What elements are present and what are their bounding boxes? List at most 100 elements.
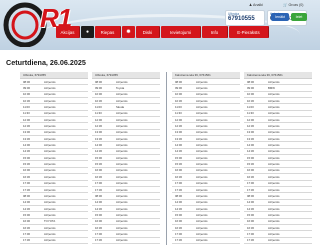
slot-time: 12:00	[247, 117, 254, 122]
slot-status: Aizņemts	[116, 79, 128, 84]
nav-tire-icon[interactable]: ●	[81, 26, 94, 38]
slot-status: Aizņemts	[196, 98, 208, 103]
slot-status: Aizņemts	[44, 162, 56, 167]
slot-time: 17:00	[175, 231, 182, 236]
slot-status: Aizņemts	[44, 143, 56, 148]
slot-time: 11:30	[175, 111, 182, 116]
slot-status: Aizņemts	[44, 231, 56, 236]
slot-status: Aizņemts	[116, 98, 128, 103]
slot-time: 08:00	[247, 193, 254, 198]
slot-status: Aizņemts	[44, 193, 56, 198]
nav-info[interactable]: Info	[202, 26, 228, 38]
slot-status: Aizņemts	[116, 193, 128, 198]
slot-time: 16:00	[23, 219, 30, 224]
slot-time: 13:30	[23, 136, 30, 141]
schedule-grid: Ulbroka, 6791055 08:00 Aizņemts 09:00 Aizņem…	[20, 72, 312, 245]
column-header: Kalnciema iela 36, 6761561	[172, 72, 240, 79]
slot-status: Aizņemts	[268, 187, 280, 192]
slot-status: Aizņemts	[116, 238, 128, 243]
slot-time: 13:00	[247, 130, 254, 135]
column-divider	[166, 72, 167, 245]
slot-status: Aizņemts	[44, 187, 56, 192]
slot-time: 17:30	[95, 187, 102, 192]
lang-link[interactable]: ♟ Analki	[249, 3, 263, 7]
slot-status: Aizņemts	[116, 92, 128, 97]
slot-time: 17:30	[23, 238, 30, 243]
slot-status: Aizņemts	[196, 79, 208, 84]
slot-time: 12:30	[23, 124, 30, 129]
table-row[interactable]: 17:30 Aizņemts	[92, 238, 160, 244]
slot-time: 11:30	[95, 111, 102, 116]
slot-status: Aizņemts	[116, 231, 128, 236]
slot-status: Aizņemts	[44, 86, 56, 91]
slot-time: 14:30	[175, 149, 182, 154]
slot-time: 11:00	[175, 105, 182, 110]
slot-time: 10:00	[23, 92, 30, 97]
nav-riepas[interactable]: Riepas	[95, 26, 121, 38]
slot-time: 13:00	[23, 130, 30, 135]
slot-time: 12:00	[95, 117, 102, 122]
slot-time: 12:30	[175, 124, 182, 129]
slot-time: 11:00	[23, 105, 30, 110]
slot-time: 15:00	[95, 212, 102, 217]
slot-time: 16:30	[247, 225, 254, 230]
slot-time: 16:30	[95, 225, 102, 230]
slot-time: 17:00	[247, 181, 254, 186]
slot-time: 14:00	[23, 143, 30, 148]
slot-status: Aizņemts	[44, 92, 56, 97]
slot-status: Aizņemts	[268, 200, 280, 205]
slot-time: 17:00	[175, 181, 182, 186]
slot-status: Aizņemts	[44, 79, 56, 84]
slot-status: Aizņemts	[116, 162, 128, 167]
nav-ievietojumi[interactable]: Ievietojumi	[161, 26, 201, 38]
slot-time: 14:00	[175, 200, 182, 205]
nav-akcijas[interactable]: Akcijas	[56, 26, 80, 38]
slot-status: Aizņemts	[116, 130, 128, 135]
phone-number: 67910555	[228, 16, 255, 22]
slot-status: Aizņemts	[196, 225, 208, 230]
slot-status: Aizņemts	[268, 136, 280, 141]
slot-time: 09:00	[247, 86, 254, 91]
cart-link[interactable]: 🛒 Grozs (0)	[283, 3, 303, 7]
slot-time: 16:30	[23, 174, 30, 179]
slot-time: 16:30	[95, 174, 102, 179]
slot-time: 11:30	[23, 111, 30, 116]
slot-time: 17:00	[247, 231, 254, 236]
slot-time: 15:00	[23, 212, 30, 217]
slot-status: Aizņemts	[268, 111, 280, 116]
slot-status: Aizņemts	[196, 136, 208, 141]
slot-status: Aizņemts	[116, 168, 128, 173]
slot-status: Aizņemts	[196, 219, 208, 224]
nav-diski[interactable]: Diski	[136, 26, 160, 38]
slot-status: Aizņemts	[44, 168, 56, 173]
slot-time: 14:00	[175, 143, 182, 148]
table-row[interactable]: 17:30 Aizņemts	[172, 238, 240, 244]
slot-status: Aizņemts	[268, 219, 280, 224]
nav-wheel-icon[interactable]: ✹	[122, 26, 135, 38]
slot-time: 11:30	[247, 111, 254, 116]
slot-time: 14:30	[95, 206, 102, 211]
slot-time: 17:00	[23, 181, 30, 186]
slot-status: Aizņemts	[268, 181, 280, 186]
login-button[interactable]: Ienākt	[271, 13, 289, 21]
slot-status: Aizņemts	[196, 149, 208, 154]
slot-status: Aizņemts	[196, 200, 208, 205]
slot-time: 08:00	[175, 193, 182, 198]
register-button[interactable]: Ieiet	[291, 13, 307, 21]
slot-status: Aizņemts	[196, 92, 208, 97]
slot-time: 17:30	[95, 238, 102, 243]
slot-time: 14:30	[175, 206, 182, 211]
table-row[interactable]: 17:30 Aizņemts	[244, 238, 312, 244]
slot-time: 16:00	[95, 168, 102, 173]
slot-status: Aizņemts	[44, 238, 56, 243]
slot-status: Aizņemts	[44, 136, 56, 141]
slot-time: 14:00	[95, 143, 102, 148]
slot-status: Aizņemts	[116, 181, 128, 186]
slot-time: 17:30	[247, 187, 254, 192]
table-row[interactable]: 17:30 Aizņemts	[20, 238, 88, 244]
slot-time: 11:00	[95, 105, 102, 110]
slot-status: Aizņemts	[268, 193, 280, 198]
nav-e-pieraksts[interactable]: E-Pieraksts	[229, 26, 269, 38]
schedule-column-ulbroka-2: Ulbroka, 6791055 08:00 Aizņemts 09:00 Toyota…	[92, 72, 160, 244]
slot-time: 10:30	[95, 98, 102, 103]
